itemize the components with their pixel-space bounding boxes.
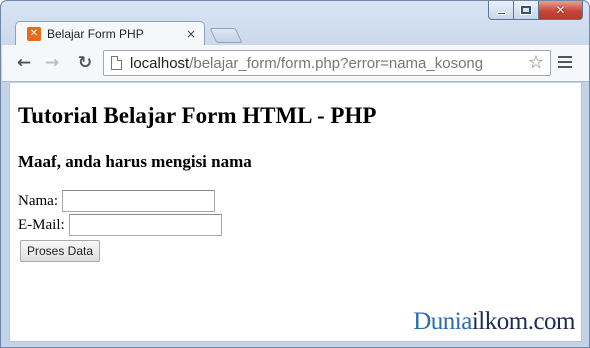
minimize-button[interactable] [488,1,514,20]
email-label: E-Mail: [18,216,65,233]
page-icon [111,56,122,70]
forward-arrow-icon[interactable]: → [42,53,62,73]
address-bar[interactable]: localhost/belajar_form/form.php?error=na… [103,50,551,76]
nama-row: Nama: [18,189,376,213]
window-controls: ✕ [488,1,583,21]
back-arrow-icon[interactable]: ← [14,53,34,73]
minimize-icon [496,11,506,15]
menu-icon[interactable] [558,55,572,69]
reload-icon[interactable]: ↻ [75,53,95,73]
tab-close-icon[interactable]: × [186,27,196,41]
browser-toolbar: ← → ↻ localhost/belajar_form/form.php?er… [2,45,589,82]
maximize-button[interactable] [514,1,539,20]
error-message: Maaf, anda harus mengisi nama [18,152,252,171]
browser-tab[interactable]: ✕ Belajar Form PHP × [15,21,205,46]
proses-data-button[interactable]: Proses Data [20,240,101,262]
url-text: localhost/belajar_form/form.php?error=na… [130,55,483,72]
tab-title: Belajar Form PHP [47,27,144,41]
new-tab-button[interactable] [209,28,243,43]
url-path: /belajar_form/form.php?error=nama_kosong [189,54,484,72]
bookmark-star-icon[interactable]: ☆ [528,52,544,73]
url-host: localhost [130,54,190,72]
nama-input[interactable] [61,190,215,212]
browser-window: ✕ ✕ Belajar Form PHP × ← → ↻ localhost/b… [0,0,590,348]
watermark-part1: Dunia [413,308,472,335]
watermark-logo: Duniailkom.com [413,308,575,336]
close-icon: ✕ [555,3,566,17]
page-viewport: Tutorial Belajar Form HTML - PHP Maaf, a… [9,83,582,342]
xampp-icon: ✕ [27,27,41,41]
email-row: E-Mail: [18,213,376,237]
page-heading: Tutorial Belajar Form HTML - PHP [18,103,377,128]
nama-label: Nama: [18,192,58,209]
watermark-part2: ilkom.com [471,308,576,335]
window-close-button[interactable]: ✕ [539,1,583,20]
email-input[interactable] [68,214,222,236]
maximize-icon [520,5,532,15]
page-content: Tutorial Belajar Form HTML - PHP Maaf, a… [18,103,376,262]
